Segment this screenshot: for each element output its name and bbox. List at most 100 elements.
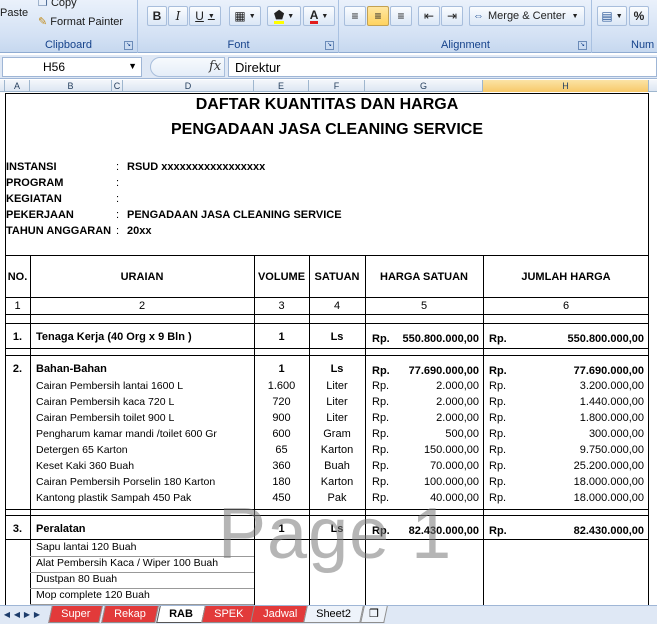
- column-header-d[interactable]: D: [123, 80, 254, 92]
- merge-dropdown-icon: ▼: [571, 12, 579, 20]
- copy-button[interactable]: ❐ Copy: [38, 0, 77, 9]
- insert-function-icon[interactable]: fx: [209, 59, 221, 74]
- column-header-f[interactable]: F: [309, 80, 365, 92]
- format-painter-button[interactable]: ✎ Format Painter: [38, 15, 123, 28]
- item-jumlah-currency: Rp.: [489, 396, 507, 408]
- sheet-tab-super[interactable]: Super: [48, 606, 104, 623]
- item-name: Sapu lantai 120 Buah: [36, 541, 137, 553]
- next-sheet-icon[interactable]: ▶: [22, 609, 32, 621]
- item-satuan: Karton: [320, 444, 354, 456]
- info-label: KEGIATAN: [6, 193, 62, 205]
- item-satuan: Liter: [326, 380, 348, 392]
- section-volume: 1: [278, 523, 285, 535]
- last-sheet-icon[interactable]: ▶: [32, 609, 42, 621]
- section-harga: 550.800.000,00: [402, 333, 479, 345]
- percent-button[interactable]: %: [629, 6, 649, 26]
- item-harga: 2.000,00: [436, 380, 479, 392]
- name-box[interactable]: H56 ▼: [2, 57, 142, 77]
- sheet-tab-sheet2[interactable]: Sheet2: [303, 606, 364, 623]
- sheet-tab-spek[interactable]: SPEK: [201, 606, 257, 623]
- section-satuan: Ls: [330, 331, 344, 343]
- header-uraian: URAIAN: [120, 271, 164, 283]
- section-harga: 77.690.000,00: [408, 365, 479, 377]
- decrease-indent-button[interactable]: ⇤: [418, 6, 440, 26]
- sheet-tab-rab[interactable]: RAB: [156, 606, 206, 623]
- section-harga-currency: Rp.: [372, 333, 390, 345]
- column-header-a[interactable]: A: [5, 80, 30, 92]
- section-satuan: Ls: [330, 363, 344, 375]
- name-box-dropdown-icon[interactable]: ▼: [128, 61, 137, 71]
- clipboard-group-label: Clipboard: [44, 39, 93, 51]
- section-number: 3.: [12, 523, 23, 535]
- accounting-format-button[interactable]: ▤ ▼: [597, 6, 627, 26]
- item-name: Cairan Pembersih kaca 720 L: [36, 396, 175, 408]
- item-harga-currency: Rp.: [372, 444, 390, 456]
- item-harga-currency: Rp.: [372, 412, 390, 424]
- number-group-label: Num: [631, 39, 655, 51]
- section-jumlah: 550.800.000,00: [567, 333, 644, 345]
- clipboard-launcher-icon[interactable]: ↘: [124, 41, 133, 50]
- item-satuan: Liter: [326, 412, 348, 424]
- increase-indent-button[interactable]: ⇥: [441, 6, 463, 26]
- item-satuan: Pak: [327, 492, 347, 504]
- bold-button[interactable]: B: [147, 6, 167, 26]
- underline-button[interactable]: U ▼: [189, 6, 221, 26]
- alignment-group-label: Alignment: [441, 39, 490, 51]
- header-number-3: 3: [278, 300, 285, 312]
- alignment-launcher-icon[interactable]: ↘: [578, 41, 587, 50]
- sheet-tab-rekap[interactable]: Rekap: [101, 606, 159, 623]
- align-right-button[interactable]: ≡: [390, 6, 412, 26]
- prev-sheet-icon[interactable]: ◀: [12, 609, 22, 621]
- info-separator: :: [116, 209, 120, 221]
- info-value: RSUD xxxxxxxxxxxxxxxxx: [127, 161, 266, 173]
- merge-center-icon: ⇔: [473, 10, 484, 22]
- item-harga-currency: Rp.: [372, 492, 390, 504]
- align-left-button[interactable]: ≡: [344, 6, 366, 26]
- info-value: 20xx: [127, 225, 152, 237]
- fill-color-icon: ⬟: [273, 7, 285, 24]
- section-jumlah: 82.430.000,00: [573, 525, 644, 537]
- section-top-border: [5, 515, 649, 516]
- column-header-g[interactable]: G: [365, 80, 483, 92]
- decrease-indent-icon: ⇤: [423, 9, 435, 23]
- first-sheet-icon[interactable]: ◀: [2, 609, 12, 621]
- formula-input[interactable]: Direktur: [228, 57, 657, 77]
- item-harga: 500,00: [445, 428, 479, 440]
- header-jumlah-harga: JUMLAH HARGA: [521, 271, 611, 283]
- header-satuan: SATUAN: [314, 271, 360, 283]
- section-top-border: [5, 323, 649, 324]
- item-jumlah-currency: Rp.: [489, 460, 507, 472]
- font-color-button[interactable]: A ▼: [303, 6, 335, 26]
- item-jumlah: 1.440.000,00: [579, 396, 644, 408]
- item-volume: 450: [272, 492, 291, 504]
- section-jumlah: 77.690.000,00: [573, 365, 644, 377]
- header-mid-border: [5, 297, 649, 298]
- item-harga-currency: Rp.: [372, 380, 390, 392]
- column-header-h[interactable]: H: [483, 80, 649, 92]
- header-top-border: [5, 255, 649, 256]
- font-launcher-icon[interactable]: ↘: [325, 41, 334, 50]
- section-number: 1.: [12, 331, 23, 343]
- borders-icon: ▦: [234, 9, 246, 23]
- item-jumlah-currency: Rp.: [489, 380, 507, 392]
- column-header-c[interactable]: C: [112, 80, 123, 92]
- worksheet[interactable]: DAFTAR KUANTITAS DAN HARGA PENGADAAN JAS…: [0, 93, 657, 605]
- paste-button[interactable]: Paste: [0, 7, 28, 19]
- fill-color-button[interactable]: ⬟ ▼: [267, 6, 301, 26]
- align-center-button[interactable]: ≡: [367, 6, 389, 26]
- item-harga: 2.000,00: [436, 412, 479, 424]
- column-header-b[interactable]: B: [30, 80, 112, 92]
- info-separator: :: [116, 177, 120, 189]
- underline-dropdown-icon: ▼: [207, 12, 215, 20]
- accounting-dropdown-icon: ▼: [615, 12, 623, 20]
- column-header-e[interactable]: E: [254, 80, 309, 92]
- merge-center-button[interactable]: ⇔ Merge & Center ▼: [469, 6, 585, 26]
- insert-sheet-icon[interactable]: ❐: [360, 606, 388, 623]
- item-jumlah: 18.000.000,00: [573, 492, 644, 504]
- italic-button[interactable]: I: [168, 6, 188, 26]
- header-bottom-border: [5, 314, 649, 315]
- borders-button[interactable]: ▦ ▼: [229, 6, 261, 26]
- item-harga: 150.000,00: [423, 444, 479, 456]
- item-harga: 2.000,00: [436, 396, 479, 408]
- sheet-tab-jadwal[interactable]: Jadwal: [250, 606, 311, 623]
